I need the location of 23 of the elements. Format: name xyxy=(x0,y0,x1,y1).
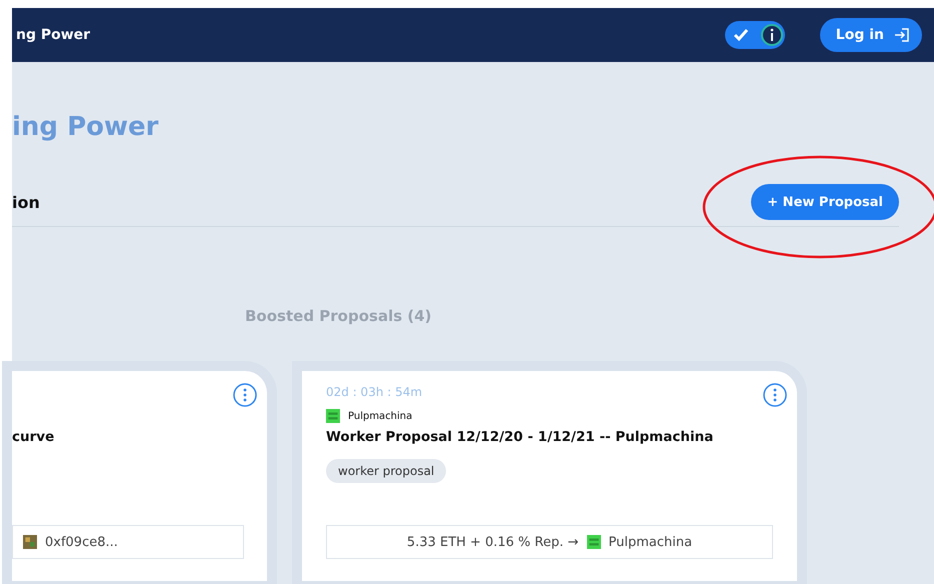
avatar-icon xyxy=(586,535,601,549)
more-icon[interactable] xyxy=(763,383,787,407)
toggle-switch[interactable] xyxy=(724,21,785,49)
section-heading: Boosted Proposals (4) xyxy=(245,307,433,325)
login-button[interactable]: Log in xyxy=(820,18,922,52)
countdown-timer: 02d : 03h : 54m xyxy=(326,385,422,399)
reward-amount: 5.33 ETH + 0.16 % Rep. → xyxy=(406,534,579,550)
new-proposal-button[interactable]: + New Proposal xyxy=(751,184,899,220)
recipient-name: 0xf09ce8... xyxy=(45,534,118,550)
section-title: ion xyxy=(12,192,40,212)
page-title: ing Power xyxy=(12,112,160,144)
login-icon xyxy=(894,27,910,43)
more-icon[interactable] xyxy=(233,383,257,407)
app-title: ng Power xyxy=(16,27,92,43)
recipient-name: Pulpmachina xyxy=(608,534,692,550)
proposal-tag: worker proposal xyxy=(326,459,446,483)
avatar-icon xyxy=(23,535,37,549)
check-icon xyxy=(732,28,749,42)
info-icon xyxy=(760,24,783,46)
proposer-name: Pulpmachina xyxy=(348,410,412,422)
avatar-icon xyxy=(326,409,340,423)
proposal-title: Worker Proposal 12/12/20 - 1/12/21 -- Pulpmachina xyxy=(326,429,714,445)
proposal-title: curve xyxy=(12,429,56,445)
